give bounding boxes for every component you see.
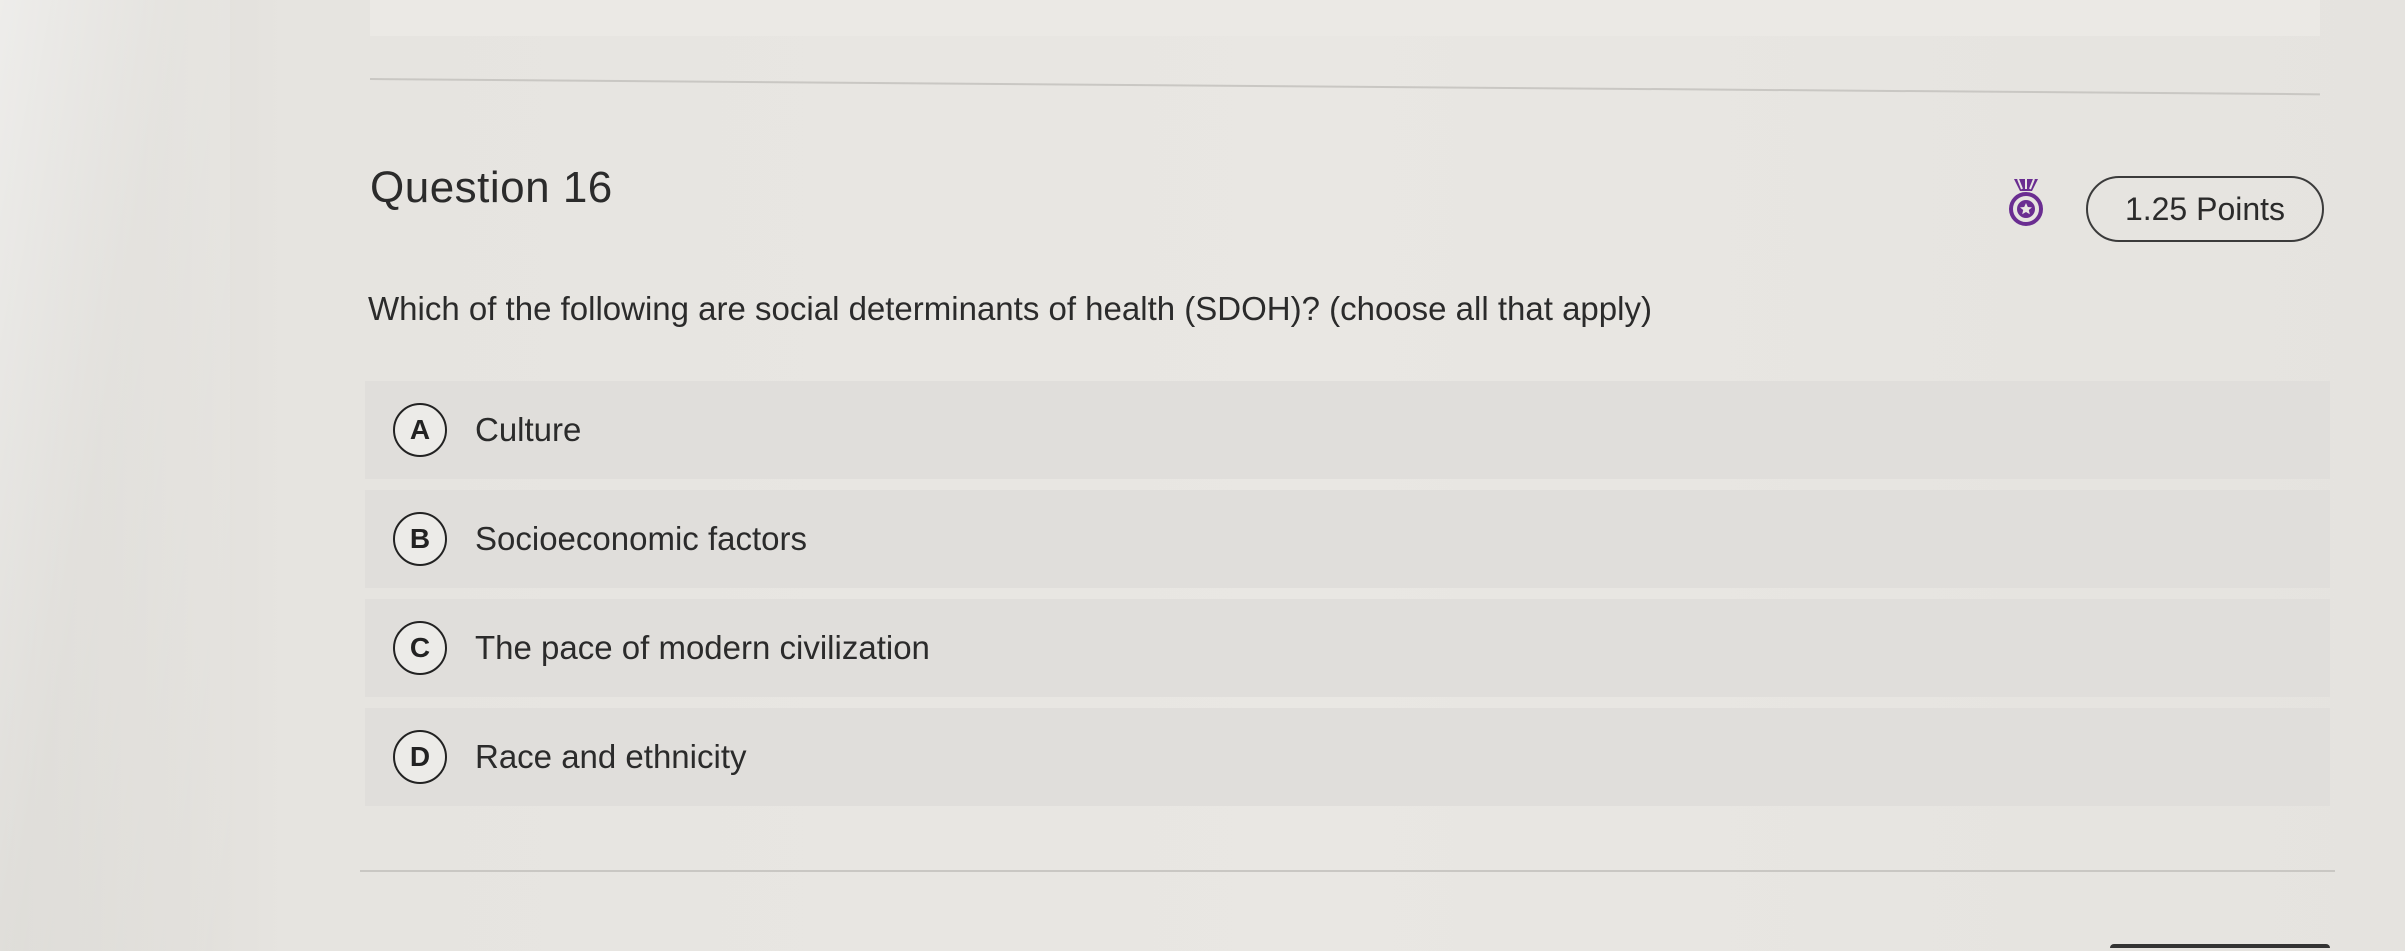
- option-letter-c: C: [393, 621, 447, 675]
- option-a[interactable]: A Culture: [365, 381, 2330, 479]
- option-text-b: Socioeconomic factors: [475, 520, 807, 557]
- option-c[interactable]: C The pace of modern civilization: [365, 599, 2330, 697]
- option-letter-d: D: [393, 730, 447, 784]
- option-letter-b: B: [393, 512, 447, 566]
- option-text-a: Culture: [475, 411, 582, 448]
- award-medal-icon: [2006, 177, 2046, 229]
- question-prompt: Which of the following are social determ…: [368, 290, 1652, 327]
- next-question-card-edge[interactable]: [2110, 944, 2330, 948]
- option-letter-a: A: [393, 403, 447, 457]
- option-text-d: Race and ethnicity: [475, 738, 747, 775]
- bottom-divider: [360, 870, 2335, 872]
- screen-glare: [0, 0, 230, 951]
- option-b[interactable]: B Socioeconomic factors: [365, 490, 2330, 588]
- option-text-c: The pace of modern civilization: [475, 629, 930, 666]
- points-badge: 1.25 Points: [2086, 176, 2324, 242]
- top-panel-edge: [370, 0, 2320, 36]
- question-title: Question 16: [370, 163, 613, 212]
- option-d[interactable]: D Race and ethnicity: [365, 708, 2330, 806]
- answer-options: A Culture B Socioeconomic factors C The …: [365, 381, 2330, 817]
- top-divider: [369, 78, 2320, 96]
